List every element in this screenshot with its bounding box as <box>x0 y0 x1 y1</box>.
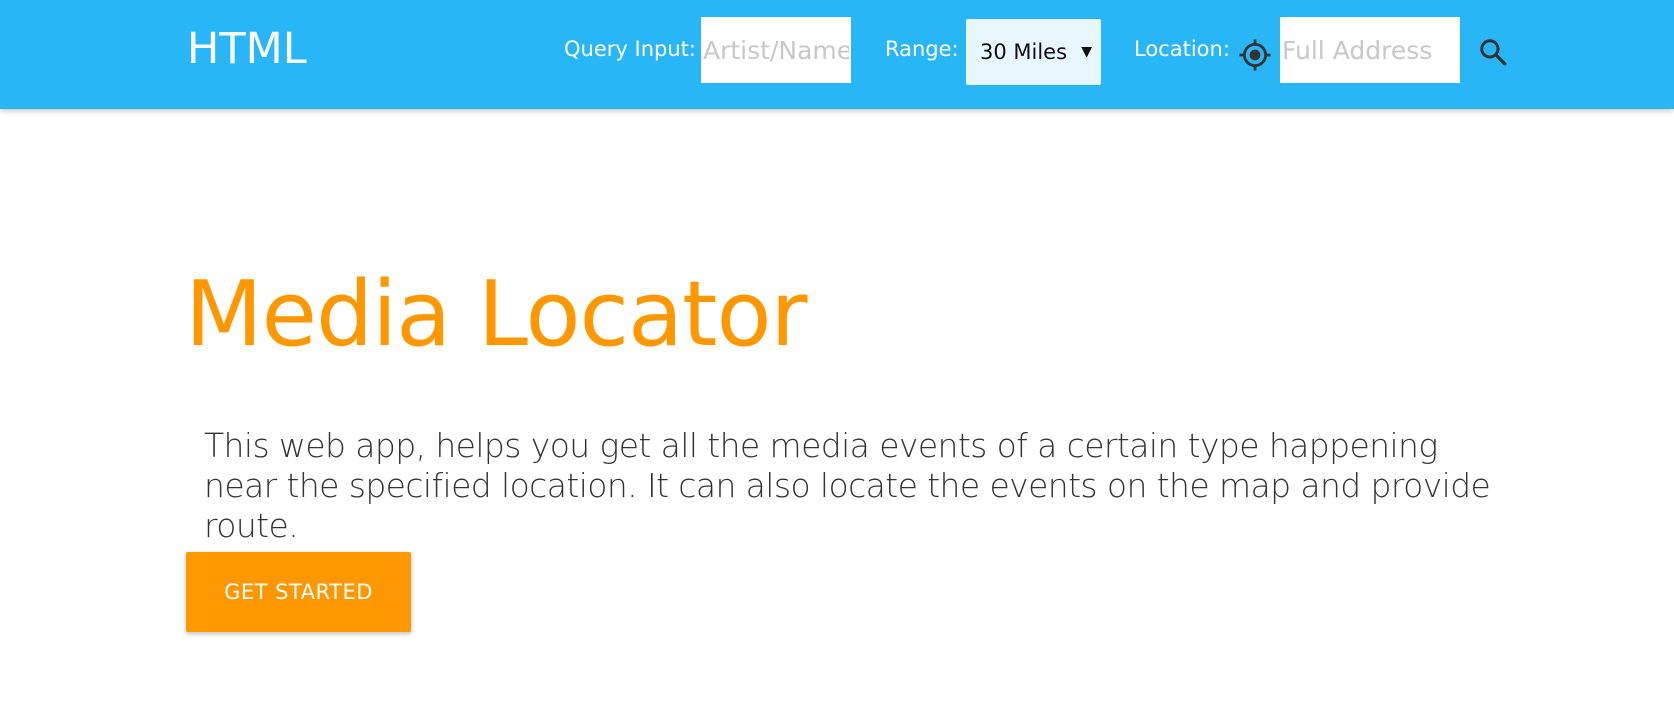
brand-logo[interactable]: HTML <box>187 24 307 74</box>
range-label: Range: <box>885 37 959 61</box>
location-label: Location: <box>1134 37 1230 61</box>
query-input[interactable] <box>701 17 851 83</box>
dropdown-arrow-icon: ▼ <box>1081 44 1092 60</box>
navbar: HTML Query Input: Range: 30 Miles ▼ Loca… <box>0 0 1674 109</box>
hero-description: This web app, helps you get all the medi… <box>204 426 1491 545</box>
range-select[interactable]: 30 Miles ▼ <box>966 19 1101 85</box>
page-title: Media Locator <box>185 262 808 367</box>
range-select-value: 30 Miles <box>980 40 1068 64</box>
query-input-label: Query Input: <box>564 37 696 61</box>
search-icon[interactable] <box>1478 37 1508 67</box>
get-started-button[interactable]: GET STARTED <box>186 552 411 632</box>
location-input[interactable] <box>1280 17 1460 83</box>
gps-fixed-icon[interactable] <box>1238 38 1272 72</box>
